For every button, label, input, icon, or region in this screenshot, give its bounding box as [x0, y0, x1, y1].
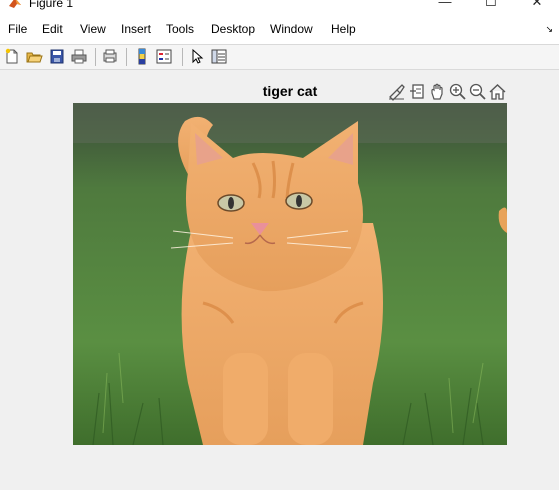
matlab-logo-icon: [9, 0, 21, 8]
menu-view[interactable]: View: [80, 22, 106, 36]
menu-bar: File Edit View Insert Tools Desktop Wind…: [0, 12, 559, 45]
open-file-icon[interactable]: [25, 47, 43, 66]
window-title: Figure 1: [29, 0, 74, 10]
menu-file[interactable]: File: [8, 22, 27, 36]
minimize-button[interactable]: —: [425, 0, 465, 12]
plot-title: tiger cat: [262, 83, 318, 99]
menu-help[interactable]: Help: [331, 22, 356, 36]
toolbar-separator: [182, 48, 183, 66]
insert-colorbar-icon[interactable]: [133, 47, 151, 66]
toolbar-separator: [95, 48, 96, 66]
pan-icon[interactable]: [428, 82, 447, 101]
menu-insert[interactable]: Insert: [121, 22, 151, 36]
print-icon[interactable]: [70, 47, 88, 66]
window-title-bar: Figure 1 — ☐ ✕: [0, 0, 559, 12]
new-figure-icon[interactable]: [3, 47, 21, 66]
toolbar-separator: [126, 48, 127, 66]
restore-view-icon[interactable]: [488, 82, 507, 101]
menu-edit[interactable]: Edit: [42, 22, 63, 36]
axes-toolbar: [387, 82, 507, 102]
zoom-out-icon[interactable]: [468, 82, 487, 101]
image-display[interactable]: [73, 103, 507, 445]
menu-tools[interactable]: Tools: [166, 22, 194, 36]
insert-legend-icon[interactable]: [155, 47, 173, 66]
data-tips-icon[interactable]: [408, 82, 427, 101]
brush-icon[interactable]: [387, 82, 406, 101]
maximize-button[interactable]: ☐: [471, 0, 511, 12]
dock-figure-icon[interactable]: ↘: [545, 24, 553, 35]
menu-desktop[interactable]: Desktop: [211, 22, 255, 36]
figure-toolbar: [0, 45, 559, 70]
menu-window[interactable]: Window: [270, 22, 313, 36]
save-icon[interactable]: [48, 47, 66, 66]
property-inspector-icon[interactable]: [210, 47, 228, 66]
link-plot-icon[interactable]: [101, 47, 119, 66]
zoom-in-icon[interactable]: [448, 82, 467, 101]
close-button[interactable]: ✕: [517, 0, 557, 12]
edit-plot-icon[interactable]: [188, 47, 206, 66]
